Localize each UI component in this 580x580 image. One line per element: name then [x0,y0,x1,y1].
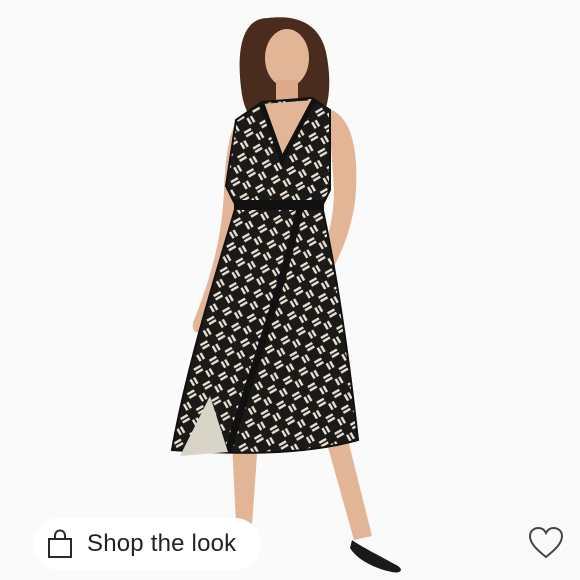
right-leg [326,440,372,540]
favorite-button[interactable] [528,526,564,560]
dress [170,96,360,454]
shopping-bag-icon [47,529,73,559]
shop-the-look-label: Shop the look [87,530,237,557]
heart-icon [528,526,564,559]
sandal [350,540,401,573]
product-photo [0,0,580,580]
model-illustration [170,17,401,573]
shop-the-look-button[interactable]: Shop the look [33,518,261,570]
face [265,29,309,87]
belt [234,200,324,210]
